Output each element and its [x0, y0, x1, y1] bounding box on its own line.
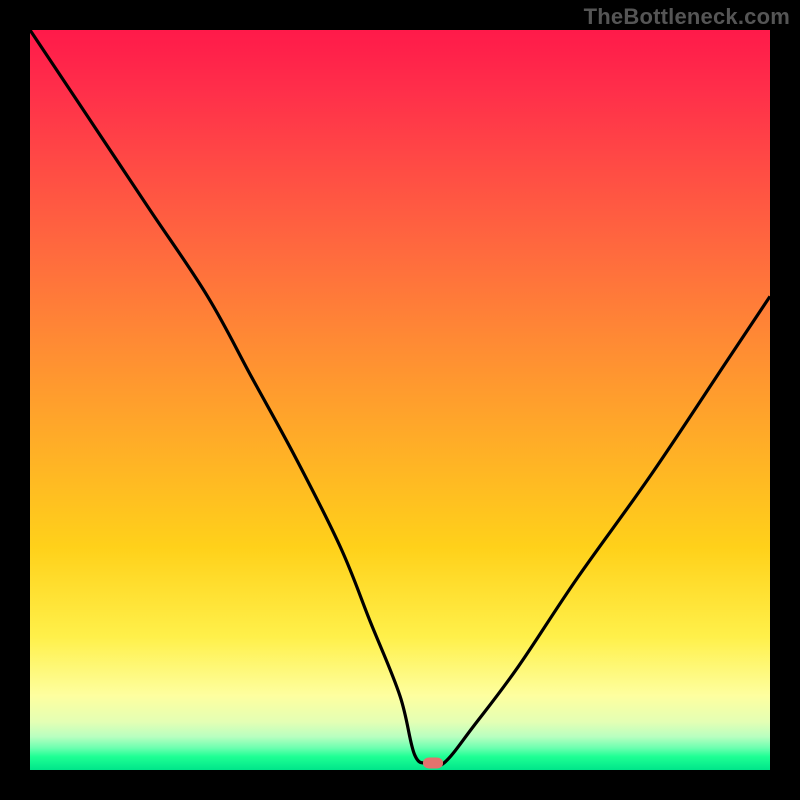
- watermark-text: TheBottleneck.com: [584, 4, 790, 30]
- chart-frame: TheBottleneck.com: [0, 0, 800, 800]
- bottleneck-curve: [30, 30, 770, 770]
- plot-area: [30, 30, 770, 770]
- curve-path: [30, 30, 770, 766]
- optimal-marker: [423, 757, 443, 768]
